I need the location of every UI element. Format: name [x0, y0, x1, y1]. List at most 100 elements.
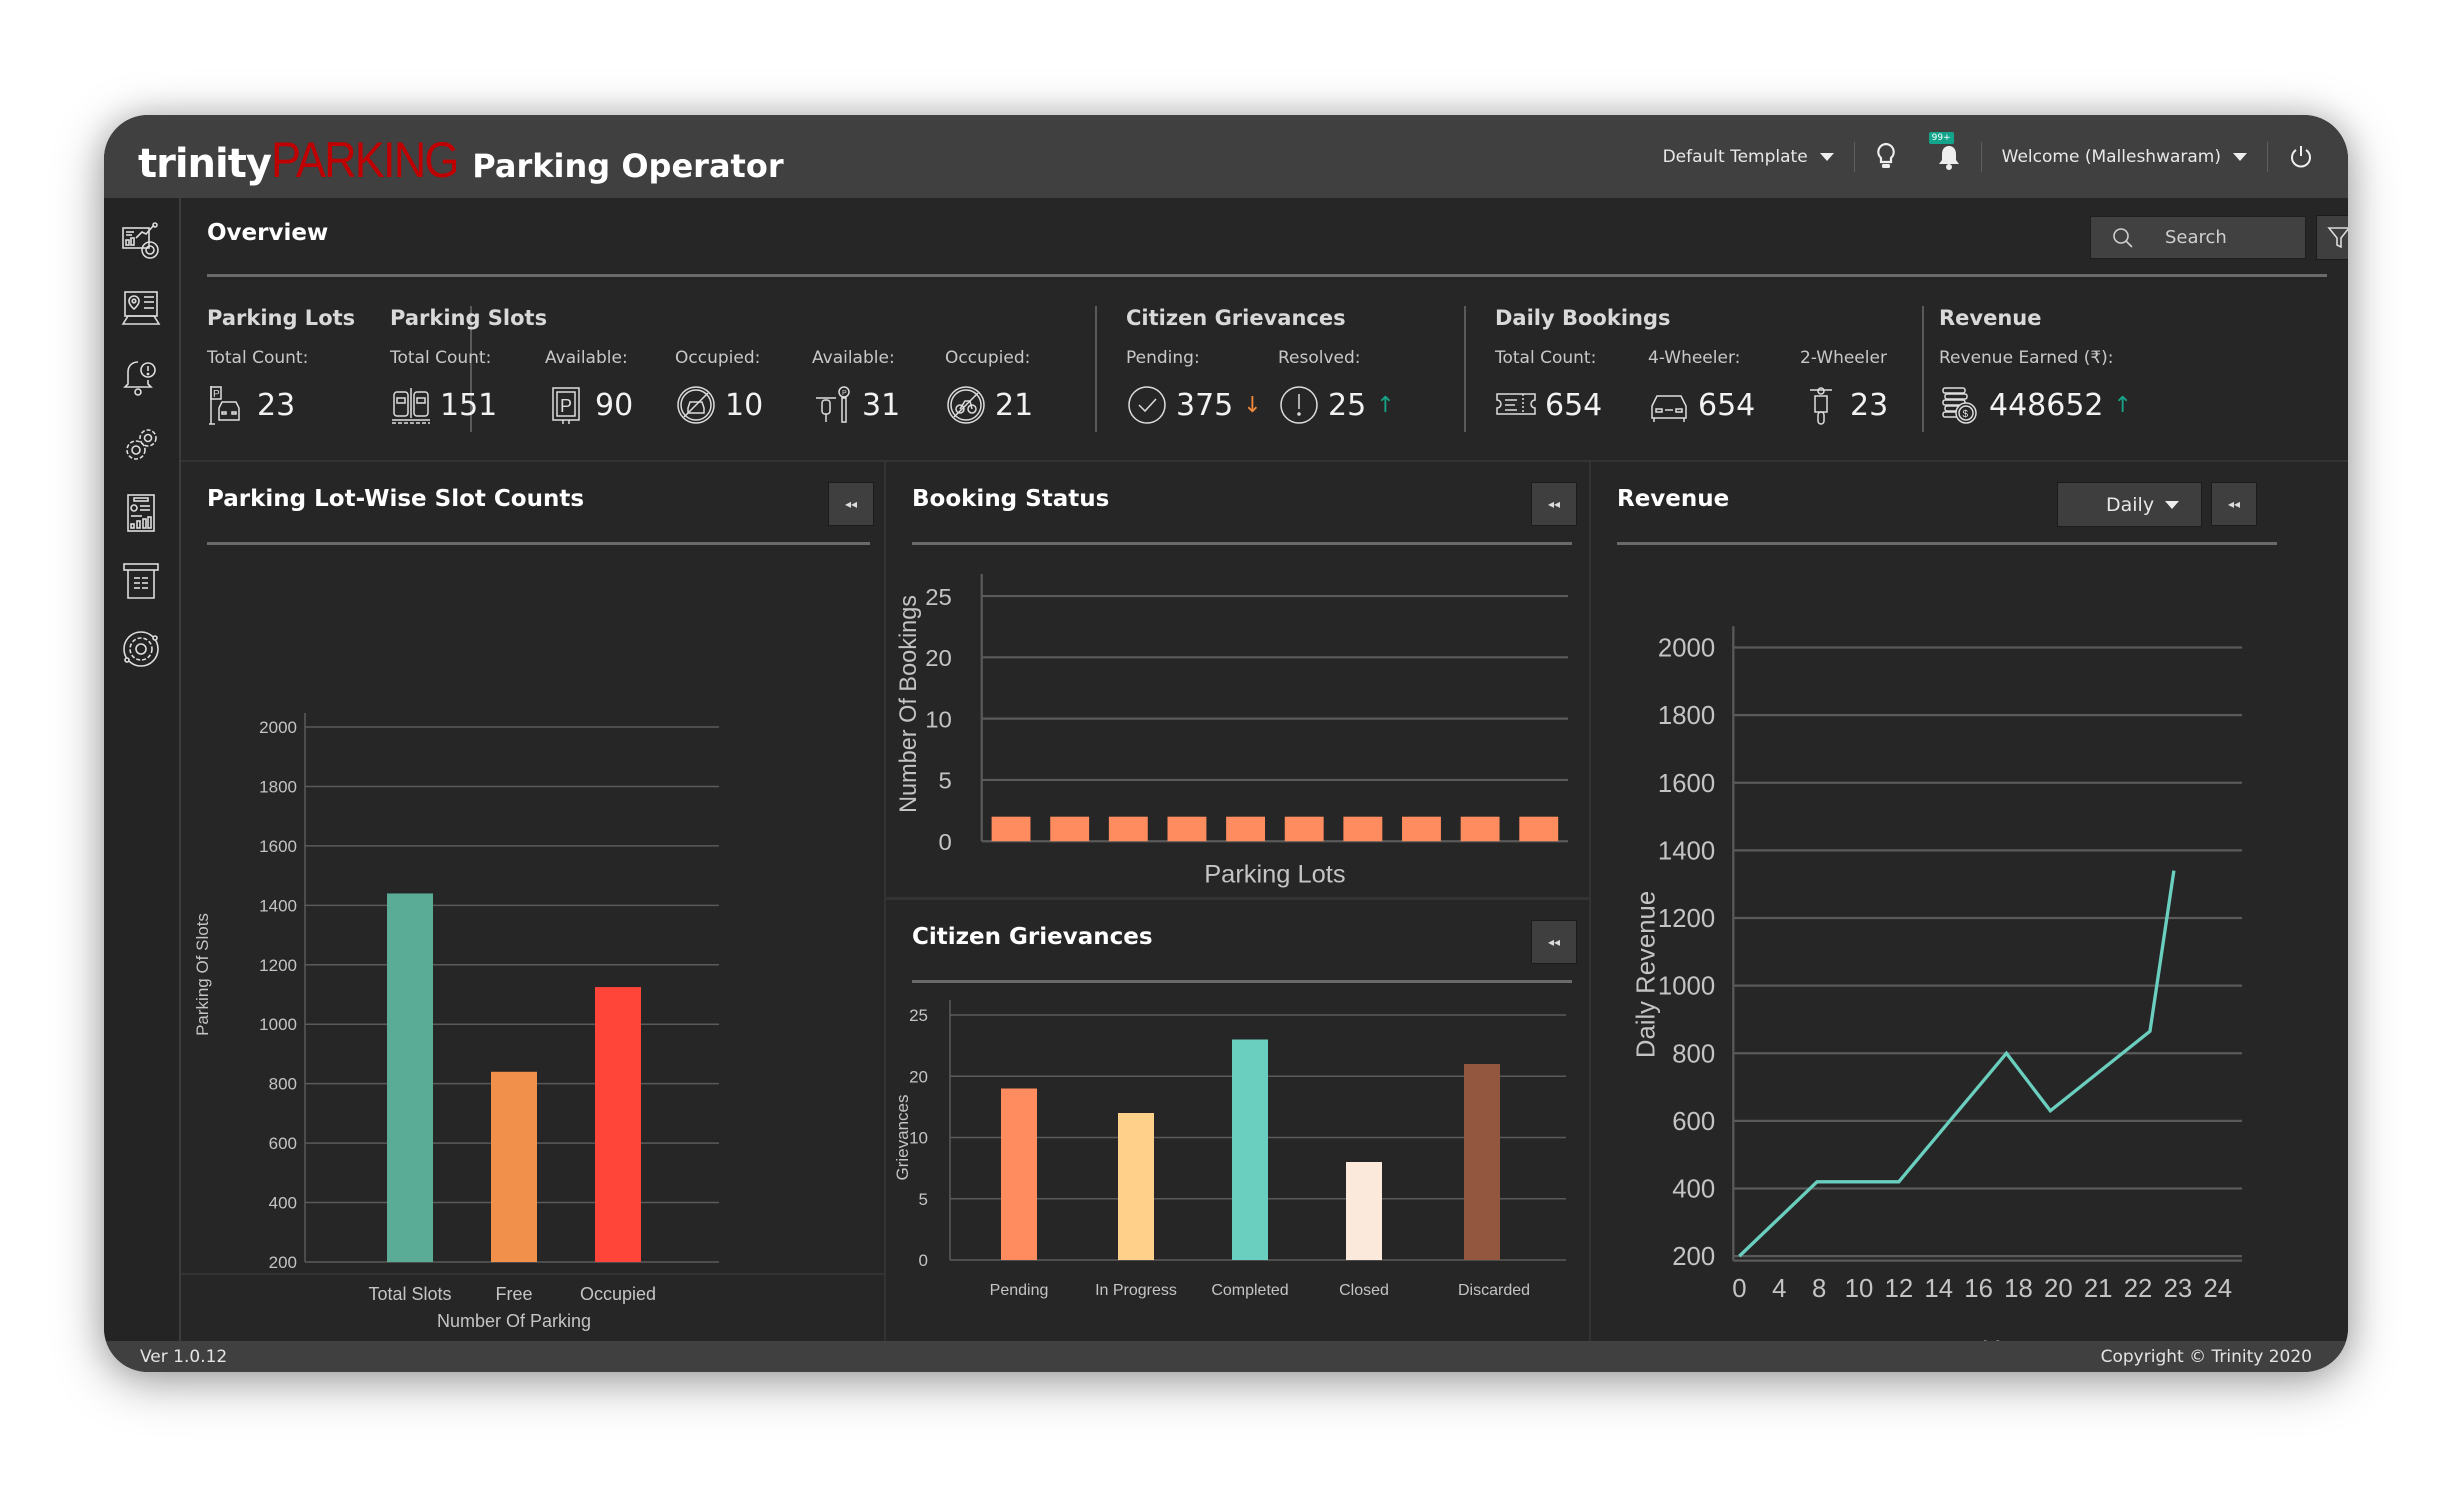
stat-revenue: Revenue Revenue Earned (₹): $ 448652 ↑	[1939, 306, 2132, 424]
panel-title: Booking Status	[912, 486, 1110, 512]
panel-title: Citizen Grievances	[912, 924, 1153, 950]
template-select[interactable]: Default Template	[1643, 140, 1854, 174]
bar	[1464, 1064, 1500, 1260]
no-car-icon	[677, 386, 715, 424]
notification-badge: 99+	[1928, 131, 1954, 144]
x-tick-label: 0	[1732, 1275, 1746, 1303]
period-select[interactable]: Daily	[2057, 482, 2202, 527]
tips-button[interactable]	[1855, 140, 1917, 174]
sidebar-item-dashboard[interactable]	[120, 220, 162, 262]
filter-button[interactable]	[2316, 215, 2348, 260]
panel-divider	[1617, 542, 2277, 545]
power-icon	[2291, 145, 2311, 167]
version-label: Ver 1.0.12	[140, 1346, 228, 1367]
panel-slot-counts: Parking Lot-Wise Slot Counts ◂◂ 200 400 60…	[181, 462, 884, 1341]
x-tick-label: In Progress	[1095, 1282, 1177, 1299]
bar	[1460, 816, 1500, 842]
chevron-down-icon	[2233, 152, 2247, 161]
y-axis-label: Daily Revenue	[1633, 891, 1661, 1058]
collapse-panel-button[interactable]: ◂◂	[1531, 482, 1577, 526]
stat-title: Parking Slots	[390, 306, 548, 330]
bar	[1284, 816, 1324, 842]
stat-value: 21	[945, 384, 1033, 426]
app-title: Parking Operator	[472, 147, 784, 185]
x-tick-label: Occupied	[580, 1284, 656, 1304]
x-tick-label: Closed	[1339, 1282, 1389, 1299]
bar	[1519, 816, 1559, 842]
x-axis-label: Number Of Parking	[437, 1311, 591, 1331]
x-tick-label: 8	[1812, 1275, 1826, 1303]
y-tick-label: 20	[909, 1067, 928, 1086]
collapse-panel-button[interactable]: ◂◂	[828, 482, 874, 526]
sidebar-item-settings[interactable]	[120, 424, 162, 466]
sidebar-item-alerts[interactable]	[120, 356, 162, 398]
bar	[1108, 816, 1148, 842]
grievances-resolved-value: 25	[1328, 387, 1367, 423]
overview-section: Overview Search ◂◂ Parking Lots Total Co…	[181, 198, 2348, 460]
y-tick-label: 0	[919, 1251, 928, 1270]
user-menu[interactable]: Welcome (Malleshwaram)	[1982, 140, 2267, 174]
two-wheeler-value: 23	[1850, 387, 1889, 423]
sidebar-item-map[interactable]	[120, 288, 162, 330]
x-tick-label: 24	[2203, 1275, 2232, 1303]
stat-value: 654	[1648, 384, 1755, 426]
svg-text:P: P	[560, 396, 572, 416]
welcome-label: Welcome (Malleshwaram)	[2001, 146, 2221, 167]
stat-value: 10	[675, 384, 763, 426]
y-tick-label: 25	[925, 585, 952, 611]
svg-text:P: P	[842, 390, 847, 397]
search-input[interactable]: Search	[2090, 216, 2306, 259]
panel-title: Parking Lot-Wise Slot Counts	[207, 486, 585, 512]
stat-label: Total Count:	[1495, 348, 1597, 368]
collapse-panel-button[interactable]: ◂◂	[2211, 482, 2257, 526]
scooter-icon	[1810, 387, 1832, 425]
y-tick-label: 1800	[1658, 702, 1715, 730]
analytics-dashboard-icon	[122, 222, 159, 259]
car-available-value: 90	[595, 387, 634, 423]
report-icon	[127, 494, 155, 532]
bar	[1402, 816, 1441, 842]
bar	[1232, 1039, 1268, 1260]
y-tick-label: 1400	[1658, 837, 1715, 865]
bar	[1226, 816, 1266, 842]
ticket-icon	[1496, 393, 1536, 415]
y-tick-label: 1600	[259, 837, 297, 856]
receipt-printer-icon	[123, 563, 159, 599]
x-tick-label: 12	[1885, 1275, 1914, 1303]
bar	[1050, 816, 1090, 842]
chevron-down-icon	[2165, 500, 2179, 509]
sidebar-item-reports[interactable]	[120, 492, 162, 534]
bar	[1118, 1113, 1154, 1260]
y-tick-label: 600	[1672, 1108, 1715, 1136]
y-tick-label: 0	[939, 830, 952, 856]
x-tick-label: 4	[1772, 1275, 1786, 1303]
y-tick-label: 1000	[1658, 973, 1715, 1001]
double-chevron-left-icon: ◂◂	[844, 497, 858, 511]
search-icon	[2113, 227, 2133, 248]
bar	[1167, 816, 1207, 842]
settings-gears-icon	[126, 429, 157, 460]
stat-title: Parking Lots	[207, 306, 356, 330]
stat-label: 4-Wheeler:	[1648, 348, 1741, 368]
collapse-panel-button[interactable]: ◂◂	[1531, 920, 1577, 964]
bar	[991, 816, 1031, 842]
y-tick-label: 1200	[1658, 905, 1715, 933]
y-tick-label: 200	[269, 1253, 297, 1272]
stat-value: 654	[1495, 384, 1602, 426]
svg-text:$: $	[1963, 409, 1969, 420]
bar	[1346, 1162, 1382, 1260]
x-tick-label: Free	[495, 1284, 532, 1304]
lightbulb-icon	[1876, 142, 1895, 168]
parking-slots-icon	[392, 388, 430, 424]
notifications-button[interactable]: 99+	[1917, 131, 1981, 174]
sidebar-item-system[interactable]	[120, 628, 162, 670]
x-tick-label: 23	[2164, 1275, 2193, 1303]
car-icon	[1651, 395, 1687, 422]
x-tick-label: 18	[2004, 1275, 2033, 1303]
logout-button[interactable]	[2268, 140, 2314, 174]
sidebar-item-receipts[interactable]	[120, 560, 162, 602]
x-tick-label: 20	[2044, 1275, 2073, 1303]
y-axis-label: Number Of Bookings	[896, 595, 922, 813]
y-tick-label: 400	[1672, 1176, 1715, 1204]
logo-trinity: trinity	[138, 141, 272, 187]
